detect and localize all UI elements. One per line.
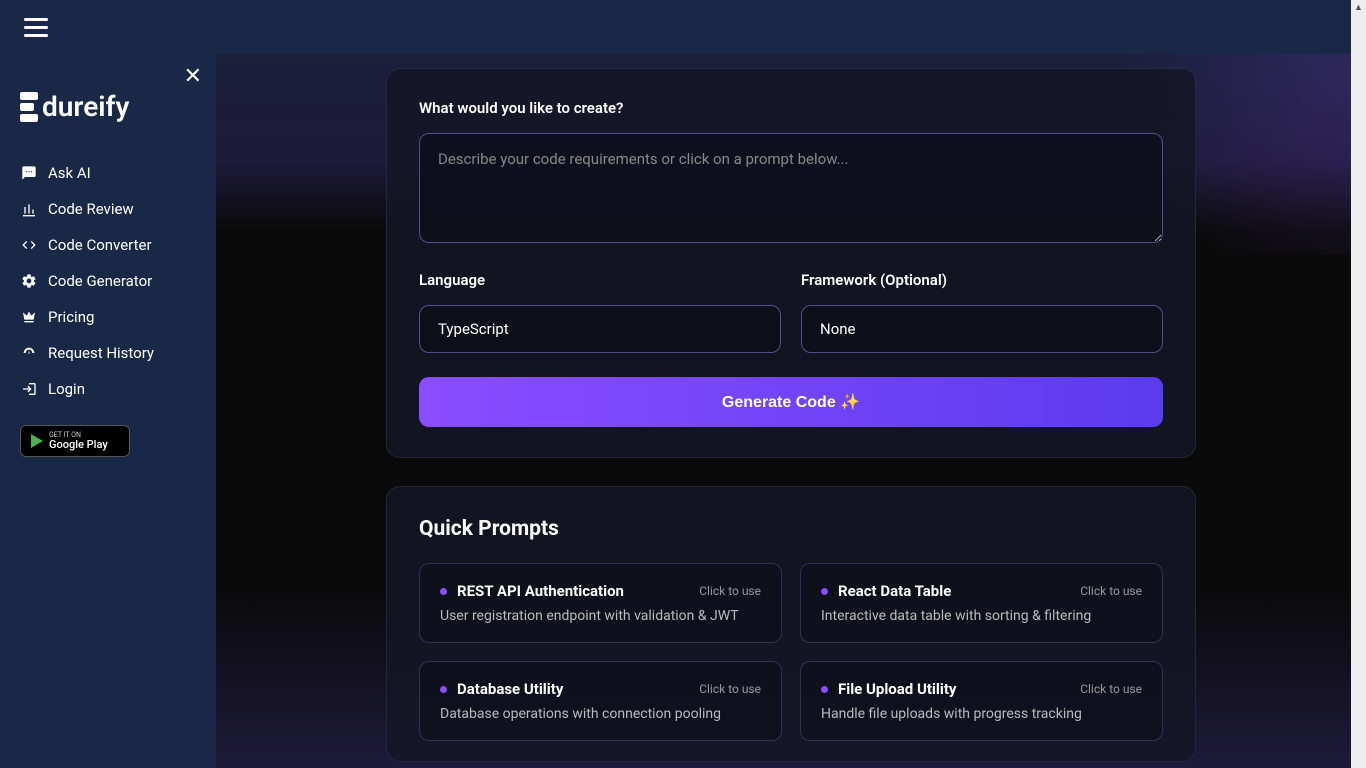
sidebar-item-login[interactable]: Login: [20, 371, 196, 407]
framework-select[interactable]: None: [801, 305, 1163, 353]
gear-icon: [20, 273, 38, 289]
prompt-title: React Data Table: [838, 582, 951, 600]
prompt-description: Handle file uploads with progress tracki…: [821, 706, 1142, 722]
click-hint: Click to use: [1080, 584, 1142, 598]
prompt-title: Database Utility: [457, 680, 563, 698]
chat-icon: [20, 165, 38, 181]
click-hint: Click to use: [699, 584, 761, 598]
scrollbar[interactable]: ▲: [1351, 0, 1366, 768]
sidebar-item-label: Code Generator: [48, 272, 152, 290]
google-play-badge[interactable]: GET IT ON Google Play: [20, 425, 130, 457]
sidebar-item-ask-ai[interactable]: Ask AI: [20, 155, 196, 191]
bullet-icon: [821, 588, 828, 595]
prompts-card: Quick Prompts REST API Authentication Cl…: [386, 486, 1196, 762]
prompts-title: Quick Prompts: [419, 517, 1163, 541]
description-input[interactable]: [419, 133, 1163, 243]
top-bar: [0, 0, 1366, 54]
prompt-description: Database operations with connection pool…: [440, 706, 761, 722]
prompt-card-react-table[interactable]: React Data Table Click to use Interactiv…: [800, 563, 1163, 643]
sidebar-item-request-history[interactable]: Request History: [20, 335, 196, 371]
language-label: Language: [419, 271, 781, 289]
hamburger-menu-icon[interactable]: [24, 18, 48, 37]
close-icon[interactable]: ✕: [184, 66, 202, 88]
click-hint: Click to use: [699, 682, 761, 696]
brand-text: dureify: [42, 90, 129, 123]
prompt-card-rest-api[interactable]: REST API Authentication Click to use Use…: [419, 563, 782, 643]
prompt-description: Interactive data table with sorting & fi…: [821, 608, 1142, 624]
sidebar-item-label: Pricing: [48, 308, 94, 326]
sidebar-item-label: Request History: [48, 344, 154, 362]
bullet-icon: [440, 686, 447, 693]
prompt-card-file-upload[interactable]: File Upload Utility Click to use Handle …: [800, 661, 1163, 741]
code-icon: [20, 237, 38, 253]
google-play-large: Google Play: [49, 439, 108, 450]
sidebar-item-label: Login: [48, 380, 85, 398]
sidebar-item-label: Code Review: [48, 200, 134, 218]
prompt-title: REST API Authentication: [457, 582, 624, 600]
login-icon: [20, 381, 38, 397]
chart-icon: [20, 201, 38, 217]
click-hint: Click to use: [1080, 682, 1142, 696]
sidebar: ✕ dureify Ask AI Code Review Code Conver…: [0, 54, 216, 768]
form-card: What would you like to create? Language …: [386, 68, 1196, 458]
bullet-icon: [821, 686, 828, 693]
main-area: What would you like to create? Language …: [216, 54, 1366, 768]
crown-icon: [20, 309, 38, 325]
brand-logo[interactable]: dureify: [20, 90, 196, 123]
dashboard-icon: [20, 345, 38, 361]
sidebar-item-label: Code Converter: [48, 236, 152, 254]
scroll-up-icon[interactable]: ▲: [1351, 0, 1366, 15]
prompt-title: File Upload Utility: [838, 680, 956, 698]
prompt-card-database[interactable]: Database Utility Click to use Database o…: [419, 661, 782, 741]
prompt-description: User registration endpoint with validati…: [440, 608, 761, 624]
framework-label: Framework (Optional): [801, 271, 1163, 289]
sidebar-item-code-generator[interactable]: Code Generator: [20, 263, 196, 299]
sidebar-item-pricing[interactable]: Pricing: [20, 299, 196, 335]
play-icon: [31, 434, 43, 448]
sidebar-item-code-review[interactable]: Code Review: [20, 191, 196, 227]
language-select[interactable]: TypeScript: [419, 305, 781, 353]
form-title: What would you like to create?: [419, 99, 1163, 117]
brand-icon: [20, 92, 38, 122]
sidebar-item-code-converter[interactable]: Code Converter: [20, 227, 196, 263]
prompts-grid: REST API Authentication Click to use Use…: [419, 563, 1163, 741]
generate-button[interactable]: Generate Code ✨: [419, 377, 1163, 427]
sidebar-item-label: Ask AI: [48, 164, 91, 182]
bullet-icon: [440, 588, 447, 595]
